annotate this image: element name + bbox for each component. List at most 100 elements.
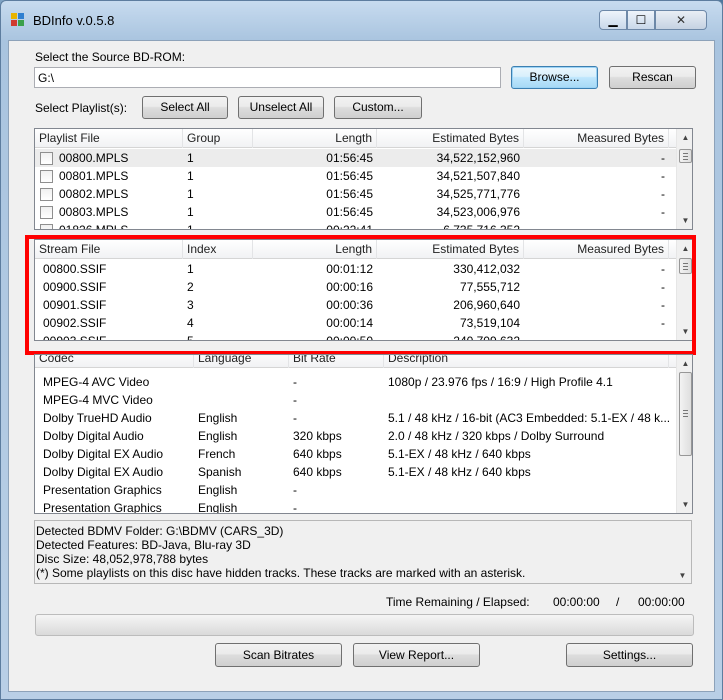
column-header[interactable]: Length bbox=[253, 129, 377, 148]
playlist-estimated-bytes: 34,523,006,976 bbox=[436, 205, 520, 219]
column-header[interactable]: Codec bbox=[35, 355, 194, 368]
stream-length: 00:00:14 bbox=[326, 316, 373, 330]
stream-scrollbar[interactable]: ▲ ▼ bbox=[676, 240, 692, 340]
scroll-up-arrow-icon[interactable]: ▲ bbox=[677, 355, 692, 372]
maximize-button[interactable]: ☐ bbox=[627, 10, 655, 30]
stream-index: 3 bbox=[187, 298, 194, 312]
column-header[interactable]: Description bbox=[384, 355, 669, 368]
playlist-checkbox[interactable] bbox=[40, 206, 53, 219]
playlist-checkbox[interactable] bbox=[40, 170, 53, 183]
column-header[interactable]: Length bbox=[253, 240, 377, 259]
custom-button[interactable]: Custom... bbox=[334, 96, 422, 119]
column-header[interactable]: Estimated Bytes bbox=[377, 129, 524, 148]
table-row[interactable]: Dolby Digital EX Audio Spanish 640 kbps … bbox=[35, 463, 676, 481]
select-playlists-label: Select Playlist(s): bbox=[35, 101, 128, 115]
codec-language: French bbox=[198, 447, 236, 461]
codec-description: 5.1 / 48 kHz / 16-bit (AC3 Embedded: 5.1… bbox=[388, 411, 671, 425]
codec-description: 5.1-EX / 48 kHz / 640 kbps bbox=[388, 447, 531, 461]
playlist-checkbox[interactable] bbox=[40, 152, 53, 165]
codec-scrollbar[interactable]: ▲ ▼ bbox=[676, 355, 692, 513]
table-row[interactable]: 00901.SSIF 3 00:00:36 206,960,640 - bbox=[35, 296, 676, 314]
stream-length: 00:00:36 bbox=[326, 298, 373, 312]
stream-index: 5 bbox=[187, 334, 194, 341]
scroll-down-arrow-icon[interactable]: ▼ bbox=[674, 567, 691, 584]
scroll-down-arrow-icon[interactable]: ▼ bbox=[677, 212, 692, 229]
scroll-thumb[interactable] bbox=[679, 149, 692, 163]
table-row[interactable]: Dolby Digital EX Audio French 640 kbps 5… bbox=[35, 445, 676, 463]
table-row[interactable]: 00803.MPLS 1 01:56:45 34,523,006,976 - bbox=[35, 203, 676, 221]
table-row[interactable]: 00802.MPLS 1 01:56:45 34,525,771,776 - bbox=[35, 185, 676, 203]
scroll-up-arrow-icon[interactable]: ▲ bbox=[677, 240, 692, 257]
stream-file: 00903.SSIF bbox=[43, 334, 107, 341]
stream-file: 00800.SSIF bbox=[43, 262, 107, 276]
stream-file: 00902.SSIF bbox=[43, 316, 107, 330]
playlist-group: 1 bbox=[187, 151, 194, 165]
minimize-icon: ▁ bbox=[608, 13, 618, 27]
codec-name: Presentation Graphics bbox=[43, 501, 162, 514]
minimize-button[interactable]: ▁ bbox=[599, 10, 627, 30]
codec-bitrate: 640 kbps bbox=[293, 447, 342, 461]
playlist-estimated-bytes: 34,525,771,776 bbox=[436, 187, 520, 201]
close-button[interactable]: ✕ bbox=[655, 10, 707, 30]
column-header[interactable]: Language bbox=[194, 355, 289, 368]
column-header[interactable]: Playlist File bbox=[35, 129, 183, 148]
unselect-all-button[interactable]: Unselect All bbox=[238, 96, 324, 119]
codec-bitrate: - bbox=[293, 393, 297, 407]
scroll-down-arrow-icon[interactable]: ▼ bbox=[677, 496, 692, 513]
scroll-down-arrow-icon[interactable]: ▼ bbox=[677, 323, 692, 340]
table-row[interactable]: MPEG-4 MVC Video - bbox=[35, 391, 676, 409]
rescan-button[interactable]: Rescan bbox=[609, 66, 696, 89]
table-row[interactable]: Dolby Digital Audio English 320 kbps 2.0… bbox=[35, 427, 676, 445]
table-row[interactable]: 01826.MPLS 1 00:22:41 6,735,716,352 - bbox=[35, 221, 676, 230]
playlist-checkbox[interactable] bbox=[40, 224, 53, 229]
codec-bitrate: 640 kbps bbox=[293, 465, 342, 479]
table-row[interactable]: 00903.SSIF 5 00:00:50 240,709,632 - bbox=[35, 332, 676, 341]
table-row[interactable]: 00800.SSIF 1 00:01:12 330,412,032 - bbox=[35, 260, 676, 278]
table-row[interactable]: 00800.MPLS 1 01:56:45 34,522,152,960 - bbox=[35, 149, 676, 167]
column-header[interactable]: Measured Bytes bbox=[524, 129, 669, 148]
scroll-thumb[interactable] bbox=[679, 258, 692, 274]
stream-length: 00:00:16 bbox=[326, 280, 373, 294]
title-bar[interactable]: BDInfo v.0.5.8 ▁ ☐ ✕ bbox=[1, 1, 722, 33]
stream-file: 00901.SSIF bbox=[43, 298, 107, 312]
playlist-checkbox[interactable] bbox=[40, 188, 53, 201]
playlist-file: 01826.MPLS bbox=[59, 223, 129, 230]
table-row[interactable]: Dolby TrueHD Audio English - 5.1 / 48 kH… bbox=[35, 409, 676, 427]
codec-description bbox=[384, 499, 674, 513]
disc-info-box[interactable]: Detected BDMV Folder: G:\BDMV (CARS_3D) … bbox=[34, 520, 692, 584]
column-header[interactable]: Group bbox=[183, 129, 253, 148]
column-header[interactable]: Estimated Bytes bbox=[377, 240, 524, 259]
table-row[interactable]: MPEG-4 AVC Video - 1080p / 23.976 fps / … bbox=[35, 373, 676, 391]
select-all-button[interactable]: Select All bbox=[142, 96, 228, 119]
playlist-scrollbar[interactable]: ▲ ▼ bbox=[676, 129, 692, 229]
scan-bitrates-button[interactable]: Scan Bitrates bbox=[215, 643, 342, 667]
scroll-thumb[interactable] bbox=[679, 372, 692, 456]
column-header[interactable]: Bit Rate bbox=[289, 355, 384, 368]
maximize-icon: ☐ bbox=[635, 13, 647, 27]
codec-name: Dolby Digital EX Audio bbox=[43, 465, 164, 479]
info-line: Detected BDMV Folder: G:\BDMV (CARS_3D) bbox=[36, 524, 284, 538]
codec-name: Dolby Digital EX Audio bbox=[43, 447, 164, 461]
table-row[interactable]: 00900.SSIF 2 00:00:16 77,555,712 - bbox=[35, 278, 676, 296]
codec-language: English bbox=[198, 429, 238, 443]
column-header[interactable]: Measured Bytes bbox=[524, 240, 669, 259]
scroll-up-arrow-icon[interactable]: ▲ bbox=[677, 129, 692, 146]
stream-index: 1 bbox=[187, 262, 194, 276]
codec-bitrate: 320 kbps bbox=[293, 429, 342, 443]
source-label: Select the Source BD-ROM: bbox=[35, 50, 186, 64]
column-header[interactable]: Stream File bbox=[35, 240, 183, 259]
playlist-file: 00800.MPLS bbox=[59, 151, 129, 165]
codec-description: 5.1-EX / 48 kHz / 640 kbps bbox=[388, 465, 531, 479]
playlist-group: 1 bbox=[187, 205, 194, 219]
view-report-button[interactable]: View Report... bbox=[353, 643, 480, 667]
browse-button[interactable]: Browse... bbox=[511, 66, 598, 89]
table-row[interactable]: Presentation Graphics English - bbox=[35, 499, 676, 514]
column-header[interactable]: Index bbox=[183, 240, 253, 259]
table-row[interactable]: 00902.SSIF 4 00:00:14 73,519,104 - bbox=[35, 314, 676, 332]
stream-length: 00:00:50 bbox=[326, 334, 373, 341]
source-path-input[interactable]: G:\ bbox=[34, 67, 501, 88]
codec-bitrate: - bbox=[293, 411, 297, 425]
table-row[interactable]: 00801.MPLS 1 01:56:45 34,521,507,840 - bbox=[35, 167, 676, 185]
settings-button[interactable]: Settings... bbox=[566, 643, 693, 667]
table-row[interactable]: Presentation Graphics English - bbox=[35, 481, 676, 499]
